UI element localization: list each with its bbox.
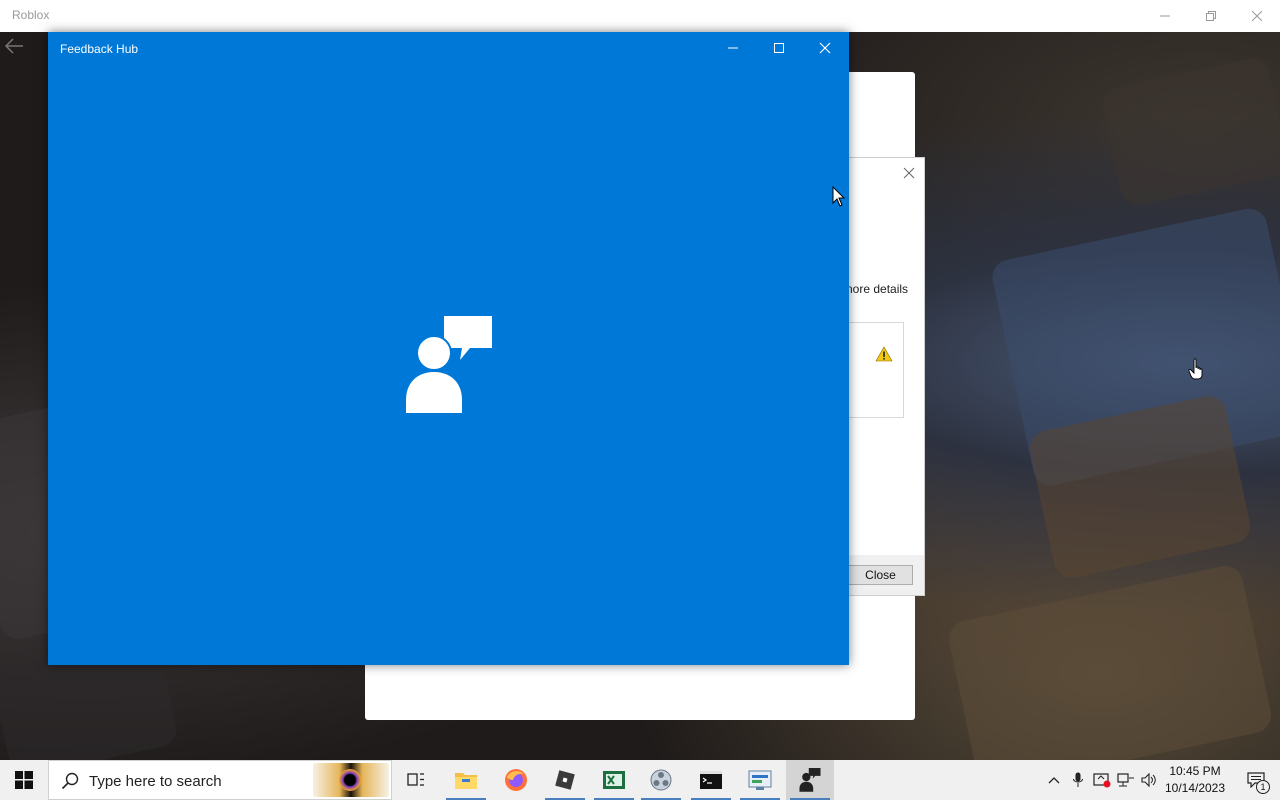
start-button[interactable]	[0, 760, 48, 800]
chevron-up-icon	[1048, 777, 1060, 784]
error-dialog-footer: Close	[848, 555, 924, 595]
microphone-tray-button[interactable]	[1068, 770, 1088, 790]
volume-tray-button[interactable]	[1140, 770, 1160, 790]
speaker-icon	[1141, 772, 1156, 788]
taskbar-firefox[interactable]	[492, 760, 540, 800]
hand-pointer-icon	[1188, 358, 1203, 380]
error-dialog: nore details Close	[848, 157, 925, 596]
control-panel-icon	[748, 770, 772, 790]
taskbar-control-panel[interactable]	[736, 760, 784, 800]
feedback-hub-minimize-button[interactable]	[710, 32, 756, 64]
windows-logo-icon	[15, 771, 33, 789]
minimize-icon	[728, 47, 738, 49]
taskbar: Type here to search 10:45 PM 10/14/2023 …	[0, 760, 1280, 800]
taskbar-obs[interactable]	[637, 760, 685, 800]
roblox-restore-button[interactable]	[1188, 0, 1234, 32]
roblox-titlebar: Roblox	[0, 0, 1280, 32]
network-tray-button[interactable]	[1116, 770, 1136, 790]
taskbar-clock[interactable]: 10:45 PM 10/14/2023	[1160, 763, 1230, 797]
clock-date: 10/14/2023	[1164, 781, 1226, 795]
terminal-icon	[700, 771, 722, 789]
security-tray-button[interactable]	[1092, 770, 1112, 790]
warning-icon	[875, 346, 893, 362]
taskbar-roblox[interactable]	[541, 760, 589, 800]
taskbar-excel[interactable]	[590, 760, 638, 800]
roblox-close-button[interactable]	[1234, 0, 1280, 32]
network-icon	[1117, 773, 1134, 787]
close-icon	[819, 42, 831, 54]
feedback-hub-close-button[interactable]	[802, 32, 848, 64]
maximize-icon	[774, 43, 784, 53]
back-button[interactable]	[4, 36, 24, 56]
game-thumbnail	[1099, 55, 1280, 209]
shield-alert-icon	[1093, 773, 1111, 788]
error-details-box	[848, 322, 904, 418]
obs-icon	[650, 769, 672, 791]
notification-count-badge: 1	[1256, 780, 1270, 794]
roblox-minimize-button[interactable]	[1142, 0, 1188, 32]
feedback-hub-icon	[799, 768, 821, 792]
game-thumbnail	[945, 562, 1275, 760]
taskbar-search-box[interactable]: Type here to search	[48, 760, 392, 800]
firefox-icon	[505, 769, 527, 791]
taskbar-terminal[interactable]	[687, 760, 735, 800]
minimize-icon	[1160, 15, 1170, 17]
folder-icon	[455, 773, 477, 789]
restore-icon	[1206, 11, 1216, 21]
task-view-button[interactable]	[392, 760, 440, 800]
close-button[interactable]: Close	[848, 565, 913, 585]
search-highlight-image	[313, 763, 389, 797]
show-hidden-icons-button[interactable]	[1044, 770, 1064, 790]
task-view-icon	[407, 773, 424, 786]
action-center-button[interactable]: 1	[1236, 760, 1276, 800]
close-icon	[903, 167, 915, 179]
close-icon	[1252, 11, 1262, 21]
clock-time: 10:45 PM	[1169, 764, 1221, 778]
taskbar-file-explorer[interactable]	[442, 760, 490, 800]
arrow-left-icon	[4, 38, 23, 54]
feedback-hub-maximize-button[interactable]	[756, 32, 802, 64]
spreadsheet-icon	[603, 771, 625, 789]
roblox-icon	[555, 770, 575, 790]
roblox-window-title: Roblox	[12, 8, 50, 22]
mouse-pointer-icon	[832, 186, 846, 207]
more-details-link[interactable]: nore details	[848, 282, 908, 296]
feedback-hub-title: Feedback Hub	[60, 42, 139, 56]
error-dialog-close-button[interactable]	[902, 166, 916, 180]
search-icon	[61, 772, 79, 790]
taskbar-feedback-hub[interactable]	[786, 760, 834, 800]
search-placeholder: Type here to search	[89, 773, 222, 790]
feedback-hub-window: Feedback Hub	[48, 32, 849, 665]
microphone-icon	[1073, 772, 1083, 787]
feedback-hub-splash-icon	[406, 316, 492, 413]
